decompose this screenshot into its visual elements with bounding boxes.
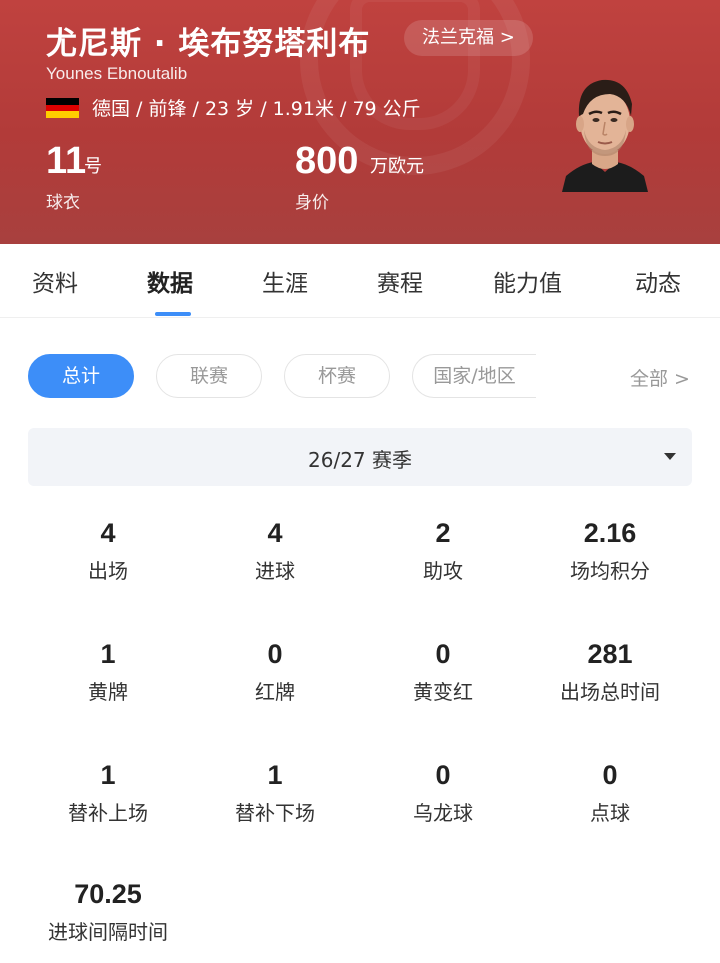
filter-league-chip[interactable]: 联赛 [156,354,262,398]
germany-flag-icon [46,98,79,118]
active-tab-indicator [155,312,191,316]
dropdown-caret-icon [664,453,676,460]
stat-label: 乌龙球 [413,801,473,825]
stat-value: 4 [100,518,116,548]
stat-item: 70.25 进球间隔时间 [24,876,192,945]
filter-all-link[interactable]: 全部 > [630,364,690,391]
stat-value: 1 [100,760,116,790]
stat-label: 助攻 [423,559,463,583]
stat-item: 0 点球 [526,757,694,826]
stat-item: 0 红牌 [191,636,359,705]
stat-label: 替补上场 [68,801,148,825]
stat-value: 0 [435,639,451,669]
stat-label: 进球间隔时间 [48,920,168,944]
stat-item: 281 出场总时间 [526,636,694,705]
shirt-number: 11 [46,140,87,182]
season-label: 26/27 赛季 [308,448,412,472]
tab-news[interactable]: 动态 [635,264,681,298]
stat-value: 2.16 [583,518,637,548]
stat-value: 0 [602,760,618,790]
player-name: 尤尼斯 · 埃布努塔利布 [46,26,371,62]
stat-item: 0 黄变红 [359,636,527,705]
player-name-english: Younes Ebnoutalib [46,64,188,83]
stat-label: 点球 [590,801,630,825]
stat-item: 4 进球 [191,515,359,584]
stat-label: 进球 [255,559,295,583]
team-link-button[interactable]: 法兰克福 > [404,20,533,56]
stat-item: 4 出场 [24,515,192,584]
player-info: 德国 / 前锋 / 23 岁 / 1.91米 / 79 公斤 [92,98,421,120]
stat-value: 2 [435,518,451,548]
stat-value: 1 [267,760,283,790]
shirt-label: 球衣 [46,193,80,213]
player-header: 尤尼斯 · 埃布努塔利布 法兰克福 > Younes Ebnoutalib 德国… [0,0,720,244]
stat-item: 1 替补下场 [191,757,359,826]
filter-national-chip[interactable]: 国家/地区 [412,354,536,398]
shirt-number-unit: 号 [84,156,102,177]
filter-cup-chip[interactable]: 杯赛 [284,354,390,398]
market-value: 800 [295,140,359,182]
tab-career[interactable]: 生涯 [262,264,308,298]
stat-label: 出场 [88,559,128,583]
stat-value: 0 [435,760,451,790]
stat-value: 281 [587,639,633,669]
stat-label: 替补下场 [235,801,315,825]
stat-label: 场均积分 [570,559,650,583]
tab-stats[interactable]: 数据 [147,264,193,298]
market-value-label: 身价 [295,193,329,213]
stat-item: 1 替补上场 [24,757,192,826]
stat-label: 黄牌 [88,680,128,704]
stat-label: 红牌 [255,680,295,704]
stat-item: 0 乌龙球 [359,757,527,826]
tab-bar: 资料 数据 生涯 赛程 能力值 动态 [0,244,720,318]
stat-label: 黄变红 [413,680,473,704]
stat-value: 1 [100,639,116,669]
player-photo [562,79,648,192]
stat-item: 1 黄牌 [24,636,192,705]
stat-value: 4 [267,518,283,548]
season-dropdown[interactable]: 26/27 赛季 [28,428,692,486]
stat-label: 出场总时间 [560,680,660,704]
stat-item: 2 助攻 [359,515,527,584]
filter-total-chip[interactable]: 总计 [28,354,134,398]
tab-profile[interactable]: 资料 [32,264,78,298]
stat-item: 2.16 场均积分 [526,515,694,584]
stat-value: 0 [267,639,283,669]
stat-value: 70.25 [74,879,142,909]
tab-schedule[interactable]: 赛程 [377,264,423,298]
tab-ratings[interactable]: 能力值 [493,264,562,298]
market-value-unit: 万欧元 [370,156,424,177]
